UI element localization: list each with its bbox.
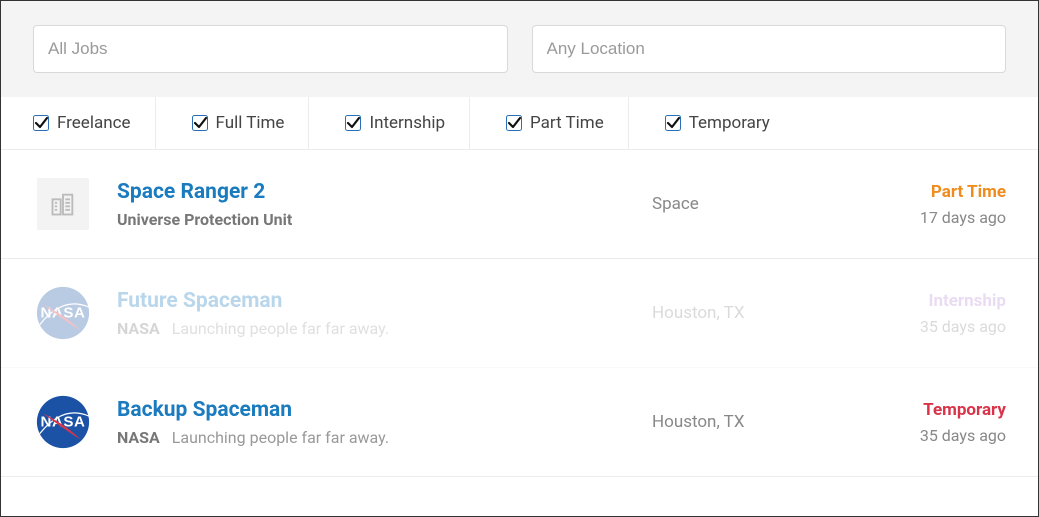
company-logo bbox=[33, 174, 93, 234]
job-meta: Temporary 35 days ago bbox=[876, 400, 1006, 445]
search-bar bbox=[1, 1, 1038, 97]
job-meta: Internship 35 days ago bbox=[876, 291, 1006, 336]
filter-label: Part Time bbox=[530, 113, 604, 133]
location-search-input[interactable] bbox=[532, 25, 1007, 73]
job-type-badge: Part Time bbox=[876, 182, 1006, 202]
filter-label: Temporary bbox=[689, 113, 770, 133]
company-logo: NASA bbox=[33, 392, 93, 452]
filter-label: Internship bbox=[369, 113, 445, 133]
job-location: Houston, TX bbox=[652, 303, 852, 323]
job-age: 17 days ago bbox=[876, 208, 1006, 227]
job-main: Space Ranger 2 Universe Protection Unit bbox=[117, 180, 628, 229]
job-title[interactable]: Backup Spaceman bbox=[117, 398, 628, 422]
nasa-logo-icon: NASA bbox=[34, 393, 92, 451]
job-location: Space bbox=[652, 194, 852, 214]
job-age: 35 days ago bbox=[876, 426, 1006, 445]
filter-label: Freelance bbox=[57, 113, 131, 133]
checkbox-icon bbox=[192, 115, 208, 131]
filter-temporary[interactable]: Temporary bbox=[665, 97, 794, 149]
job-main: Future Spaceman NASA Launching people fa… bbox=[117, 289, 628, 338]
filter-parttime[interactable]: Part Time bbox=[506, 97, 629, 149]
checkbox-icon bbox=[33, 115, 49, 131]
job-age: 35 days ago bbox=[876, 317, 1006, 336]
job-subline: NASA Launching people far far away. bbox=[117, 319, 628, 338]
filter-label: Full Time bbox=[216, 113, 285, 133]
job-meta: Part Time 17 days ago bbox=[876, 182, 1006, 227]
filter-internship[interactable]: Internship bbox=[345, 97, 470, 149]
nasa-logo-icon: NASA bbox=[34, 284, 92, 342]
building-icon bbox=[37, 178, 89, 230]
job-company: Universe Protection Unit bbox=[117, 210, 292, 229]
filter-bar: Freelance Full Time Internship Part Time… bbox=[1, 97, 1038, 150]
job-title[interactable]: Space Ranger 2 bbox=[117, 180, 628, 204]
job-row[interactable]: Space Ranger 2 Universe Protection Unit … bbox=[1, 150, 1038, 259]
job-list: Space Ranger 2 Universe Protection Unit … bbox=[1, 150, 1038, 477]
checkbox-icon bbox=[506, 115, 522, 131]
job-subline: Universe Protection Unit bbox=[117, 210, 628, 229]
checkbox-icon bbox=[345, 115, 361, 131]
job-location: Houston, TX bbox=[652, 412, 852, 432]
job-tagline: Launching people far far away. bbox=[172, 428, 389, 447]
job-row[interactable]: NASA Future Spaceman NASA Launching peop… bbox=[1, 259, 1038, 368]
job-company: NASA bbox=[117, 319, 160, 338]
checkbox-icon bbox=[665, 115, 681, 131]
job-title[interactable]: Future Spaceman bbox=[117, 289, 628, 313]
job-company: NASA bbox=[117, 428, 160, 447]
job-tagline: Launching people far far away. bbox=[172, 319, 389, 338]
job-subline: NASA Launching people far far away. bbox=[117, 428, 628, 447]
company-logo: NASA bbox=[33, 283, 93, 343]
job-type-badge: Temporary bbox=[876, 400, 1006, 420]
job-main: Backup Spaceman NASA Launching people fa… bbox=[117, 398, 628, 447]
filter-fulltime[interactable]: Full Time bbox=[192, 97, 310, 149]
filter-freelance[interactable]: Freelance bbox=[33, 97, 156, 149]
job-search-input[interactable] bbox=[33, 25, 508, 73]
job-row[interactable]: NASA Backup Spaceman NASA Launching peop… bbox=[1, 368, 1038, 477]
job-type-badge: Internship bbox=[876, 291, 1006, 311]
